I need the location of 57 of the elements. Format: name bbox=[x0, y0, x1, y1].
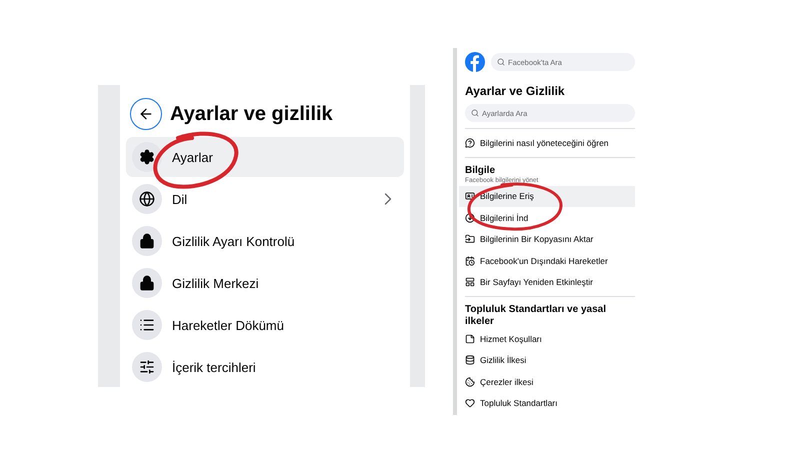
menu-item-label: Bilgilerini İnd bbox=[480, 212, 528, 223]
menu-item-label: Bilgilerine Eriş bbox=[480, 191, 534, 202]
search-icon bbox=[497, 58, 505, 66]
back-icon bbox=[138, 106, 154, 122]
menu-item-label: Bilgilerinin Bir Kopyasını Aktar bbox=[480, 234, 594, 244]
menu-item-label: Gizlilik Ayarı Kontrolü bbox=[172, 234, 296, 248]
menu-item[interactable]: Facebook'un Dışındaki Hareketler bbox=[459, 250, 635, 272]
calendar-icon bbox=[465, 256, 475, 266]
menu-item[interactable]: Hizmet Koşulları bbox=[459, 328, 635, 350]
menu-item[interactable]: Gizlilik Ayarı Kontrolü bbox=[126, 221, 404, 261]
section-heading: Bilgile bbox=[465, 164, 496, 176]
database-icon bbox=[465, 355, 475, 366]
note-icon bbox=[465, 334, 475, 344]
menu-item-label: Gizlilik İlkesi bbox=[480, 355, 526, 366]
menu-item-label: Hizmet Koşulları bbox=[480, 334, 542, 344]
sidebar-title: Ayarlar ve Gizlilik bbox=[465, 84, 566, 98]
menu-item[interactable]: Ayarlar bbox=[126, 137, 404, 177]
menu-item-label: Bilgilerini nasıl yöneteceğini öğren bbox=[480, 138, 609, 148]
page-icon bbox=[465, 277, 475, 288]
menu-item[interactable]: Gizlilik Merkezi bbox=[126, 263, 404, 303]
menu-item-label: Facebook'un Dışındaki Hareketler bbox=[480, 256, 608, 266]
menu-item[interactable]: Hareketler Dökümü bbox=[126, 305, 404, 345]
list-icon bbox=[132, 310, 162, 340]
menu-item[interactable]: Bilgilerine Eriş bbox=[459, 186, 635, 207]
menu-item[interactable]: Gizlilik İlkesi bbox=[459, 350, 635, 371]
menu-item-label: Bir Sayfayı Yeniden Etkinleştir bbox=[480, 277, 593, 288]
menu-item-label: Gizlilik Merkezi bbox=[172, 276, 260, 290]
search-icon bbox=[471, 109, 479, 117]
section-heading: Topluluk Standartları ve yasal ilkeler bbox=[465, 304, 607, 328]
sliders-icon bbox=[132, 352, 162, 382]
menu-item[interactable]: Bilgilerini nasıl yöneteceğini öğren bbox=[459, 132, 635, 154]
panel-title: Ayarlar ve gizlilik bbox=[170, 102, 333, 126]
menu-item-label: Dil bbox=[172, 192, 188, 206]
menu-item[interactable]: Bilgilerinin Bir Kopyasını Aktar bbox=[459, 228, 635, 250]
menu-item[interactable]: Bilgilerini İnd bbox=[459, 207, 635, 228]
id-card-icon bbox=[465, 191, 475, 202]
question-bubble-icon bbox=[465, 138, 475, 148]
download-icon bbox=[465, 212, 475, 223]
folder-icon bbox=[465, 234, 475, 244]
menu-item-label: Hareketler Dökümü bbox=[172, 318, 285, 332]
menu-item[interactable]: Bir Sayfayı Yeniden Etkinleştir bbox=[459, 272, 635, 293]
lock-icon bbox=[132, 268, 162, 298]
menu-item-label: Topluluk Standartları bbox=[480, 398, 558, 408]
menu-item-label: İçerik tercihleri bbox=[172, 360, 257, 374]
menu-item[interactable]: Çerezler ilkesi bbox=[459, 371, 635, 392]
gear-icon bbox=[132, 142, 162, 172]
menu-item[interactable]: Topluluk Standartları bbox=[459, 392, 635, 414]
lock-icon bbox=[132, 226, 162, 256]
menu-item-label: Ayarlar bbox=[172, 150, 214, 164]
back-button[interactable] bbox=[130, 98, 162, 130]
menu-item[interactable]: İçerik tercihleri bbox=[126, 347, 404, 387]
cookie-icon bbox=[465, 376, 475, 387]
globe-icon bbox=[132, 184, 162, 214]
menu-item[interactable]: Dil bbox=[126, 179, 404, 219]
menu-item-label: Çerezler ilkesi bbox=[480, 376, 534, 387]
heart-icon bbox=[465, 398, 475, 408]
logo-icon bbox=[465, 52, 485, 72]
